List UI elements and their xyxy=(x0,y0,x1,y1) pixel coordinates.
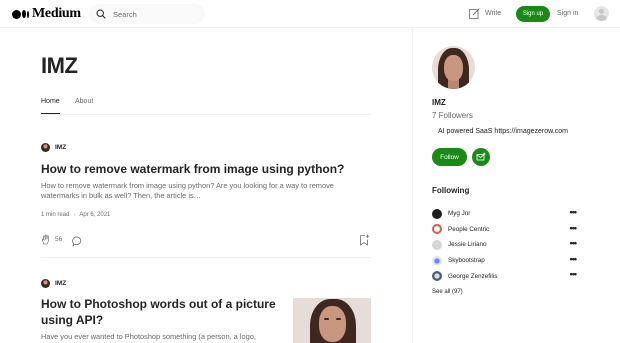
following-item[interactable]: George Zenzefilis ••• xyxy=(432,268,578,284)
following-name: Skybootstrap xyxy=(448,257,485,265)
following-avatar xyxy=(432,255,442,266)
write-button[interactable]: Write xyxy=(469,8,501,19)
mail-plus-icon xyxy=(476,152,486,161)
clap-count: 56 xyxy=(55,236,63,243)
more-options-icon[interactable]: ••• xyxy=(570,270,578,279)
article-actions: 56 xyxy=(41,233,371,248)
profile-avatar[interactable] xyxy=(432,46,475,89)
clap-icon xyxy=(41,234,49,245)
article-subtitle-line1[interactable]: How to remove watermark from image using… xyxy=(41,181,334,191)
following-name: Myg Jnr xyxy=(448,210,471,218)
article-separator xyxy=(41,257,371,258)
clap-button[interactable]: 56 xyxy=(41,234,62,245)
following-item[interactable]: People Centric ••• xyxy=(432,222,578,238)
following-avatar xyxy=(432,271,442,282)
publication-title: IMZ xyxy=(41,53,78,78)
search-icon xyxy=(96,9,106,19)
see-all-following-link[interactable]: See all (97) xyxy=(432,289,463,295)
subscribe-button[interactable] xyxy=(472,148,490,166)
search-placeholder: Search xyxy=(113,9,137,19)
article-meta: 1 min read · Apr 6, 2021 xyxy=(41,212,111,218)
profile-name: IMZ xyxy=(432,98,446,107)
article-author[interactable]: IMZ xyxy=(41,279,66,288)
following-name: Jessie Liriano xyxy=(448,241,487,249)
article-thumbnail[interactable] xyxy=(293,298,371,343)
article-subtitle-line1[interactable]: Have you ever wanted to Photoshop someth… xyxy=(41,332,256,342)
article-title-line2[interactable]: using API? xyxy=(41,313,103,328)
search-input[interactable]: Search xyxy=(89,4,205,24)
tab-home[interactable]: Home xyxy=(41,98,60,114)
article-author[interactable]: IMZ xyxy=(41,143,66,152)
profile-bio: AI powered SaaS https://imagezerow.com xyxy=(438,128,568,135)
profile-tabs: Home About xyxy=(41,98,371,115)
following-name: George Zenzefilis xyxy=(448,272,498,280)
author-name: IMZ xyxy=(55,280,67,287)
following-item[interactable]: Skybootstrap ••• xyxy=(432,253,578,269)
author-name: IMZ xyxy=(55,144,67,151)
following-name: People Centric xyxy=(448,225,490,233)
more-options-icon[interactable]: ••• xyxy=(570,239,578,248)
author-avatar xyxy=(41,143,50,152)
bookmark-add-icon xyxy=(360,234,370,246)
medium-logo[interactable]: Medium xyxy=(12,6,81,22)
logo-text: Medium xyxy=(32,6,81,21)
following-list: Myg Jnr ••• People Centric ••• Jessie Li… xyxy=(432,206,578,284)
bookmark-button[interactable] xyxy=(359,233,370,251)
article-title[interactable]: How to remove watermark from image using… xyxy=(41,162,344,177)
more-options-icon[interactable]: ••• xyxy=(570,208,578,217)
following-avatar xyxy=(432,208,442,219)
sign-in-link[interactable]: Sign in xyxy=(557,10,578,17)
article-title-line1[interactable]: How to Photoshop words out of a picture xyxy=(41,297,276,312)
write-label: Write xyxy=(485,10,502,17)
followers-count[interactable]: 7 Followers xyxy=(432,111,473,120)
following-item[interactable]: Jessie Liriano ••• xyxy=(432,237,578,253)
more-options-icon[interactable]: ••• xyxy=(570,223,578,232)
author-avatar xyxy=(41,279,50,288)
sign-up-button[interactable]: Sign up xyxy=(516,6,550,22)
read-time: 1 min read xyxy=(41,212,70,218)
publish-date: Apr 6, 2021 xyxy=(79,212,111,218)
follow-button[interactable]: Follow xyxy=(432,148,467,166)
following-avatar xyxy=(432,224,442,235)
medium-logo-icon xyxy=(12,9,29,19)
more-options-icon[interactable]: ••• xyxy=(570,254,578,263)
following-item[interactable]: Myg Jnr ••• xyxy=(432,206,578,222)
following-avatar xyxy=(432,239,442,250)
tab-about[interactable]: About xyxy=(75,98,93,105)
sidebar-divider xyxy=(412,28,413,343)
article-subtitle-line2[interactable]: watermarks in bulk as well? Then, the ar… xyxy=(41,191,201,201)
comment-button[interactable] xyxy=(72,234,83,252)
top-nav-bar: Medium Search Write Sign up Sign in xyxy=(0,0,620,28)
write-icon xyxy=(469,8,480,19)
user-avatar-icon[interactable] xyxy=(594,6,609,21)
following-heading: Following xyxy=(432,186,470,195)
comment-icon xyxy=(72,236,82,248)
